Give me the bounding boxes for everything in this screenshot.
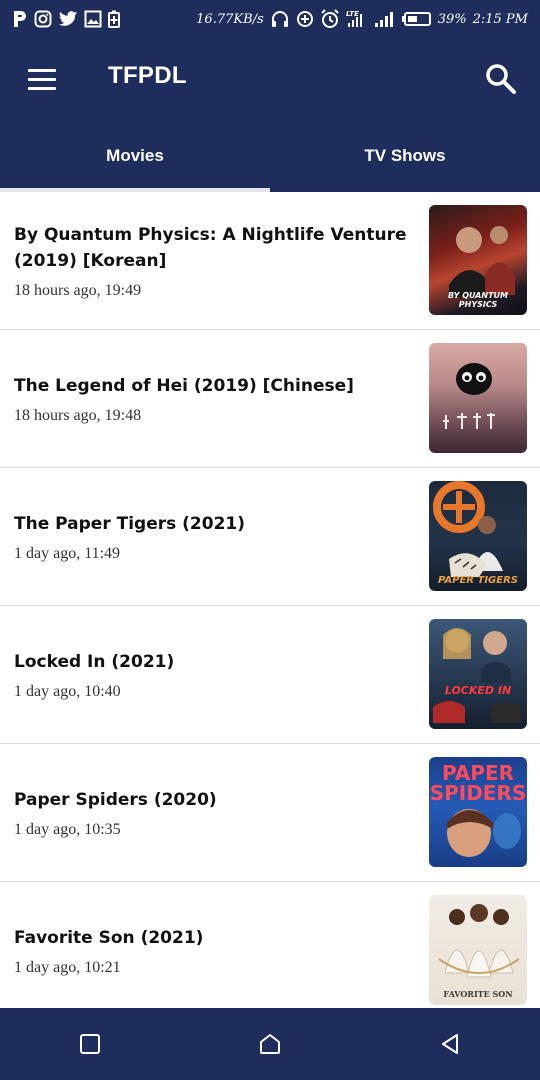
movie-title: Paper Spiders (2020) <box>14 789 217 810</box>
twitter-icon <box>58 11 78 27</box>
movie-list[interactable]: By Quantum Physics: A Nightlife Venture … <box>0 192 540 1008</box>
home-icon[interactable] <box>240 1014 300 1074</box>
list-item-text: The Legend of Hei (2019) [Chinese] 18 ho… <box>14 330 418 467</box>
movie-poster[interactable]: FAVORITE SON <box>429 895 527 1005</box>
headphones-icon <box>270 10 290 28</box>
status-bar: 16.77KB/s LTE 39% 2:15 PM <box>0 0 540 38</box>
list-item[interactable]: The Legend of Hei (2019) [Chinese] 18 ho… <box>0 330 540 468</box>
battery-icon <box>401 11 432 27</box>
back-icon[interactable] <box>420 1014 480 1074</box>
status-left-icons <box>0 10 120 28</box>
list-item-text: Locked In (2021) 1 day ago, 10:40 <box>14 606 418 743</box>
list-item-text: Paper Spiders (2020) 1 day ago, 10:35 <box>14 744 418 881</box>
movie-time: 18 hours ago, 19:48 <box>14 406 142 424</box>
hamburger-menu-icon[interactable] <box>22 60 62 100</box>
movie-poster[interactable]: PAPER SPIDERS <box>429 757 527 867</box>
app-title: TFPDL <box>108 62 187 89</box>
movie-title: The Paper Tigers (2021) <box>14 513 246 534</box>
signal-strength-icon <box>374 10 396 28</box>
tab-tv-shows-label: TV Shows <box>364 146 446 165</box>
poster-caption: PAPER TIGERS <box>438 575 518 586</box>
app-bar: TFPDL <box>0 38 540 120</box>
list-item[interactable]: By Quantum Physics: A Nightlife Venture … <box>0 192 540 330</box>
battery-saver-icon <box>108 10 120 28</box>
gallery-icon <box>84 10 102 28</box>
poster-caption: LOCKED IN <box>444 684 512 697</box>
poster-caption: FAVORITE SON <box>443 989 513 999</box>
movie-poster[interactable]: BY QUANTUM PHYSICS <box>429 205 527 315</box>
movie-poster[interactable]: LOCKED IN <box>429 619 527 729</box>
list-item-text: Favorite Son (2021) 1 day ago, 10:21 <box>14 882 418 1008</box>
movie-title: Favorite Son (2021) <box>14 927 204 948</box>
list-item-text: The Paper Tigers (2021) 1 day ago, 11:49 <box>14 468 418 605</box>
status-right-info: 16.77KB/s LTE 39% 2:15 PM <box>196 9 540 29</box>
list-item[interactable]: Locked In (2021) 1 day ago, 10:40 LOCKED… <box>0 606 540 744</box>
list-item[interactable]: Paper Spiders (2020) 1 day ago, 10:35 PA… <box>0 744 540 882</box>
tab-tv-shows[interactable]: TV Shows <box>270 120 540 192</box>
instagram-icon <box>34 10 52 28</box>
alarm-icon <box>320 9 340 29</box>
movie-poster[interactable]: PAPER TIGERS <box>429 481 527 591</box>
data-saver-icon <box>296 10 314 28</box>
list-item[interactable]: Favorite Son (2021) 1 day ago, 10:21 FAV… <box>0 882 540 1008</box>
movie-time: 1 day ago, 10:21 <box>14 958 121 976</box>
movie-poster[interactable] <box>429 343 527 453</box>
clock-time: 2:15 PM <box>472 11 528 27</box>
search-icon[interactable] <box>482 60 518 96</box>
tab-bar: Movies TV Shows <box>0 120 540 192</box>
list-item-text: By Quantum Physics: A Nightlife Venture … <box>14 192 418 329</box>
lte-signal-icon: LTE <box>346 9 368 29</box>
svg-text:LTE: LTE <box>346 10 359 18</box>
list-item[interactable]: The Paper Tigers (2021) 1 day ago, 11:49… <box>0 468 540 606</box>
navigation-bar <box>0 1008 540 1080</box>
tab-movies-label: Movies <box>106 146 164 165</box>
tab-movies[interactable]: Movies <box>0 120 270 192</box>
movie-title: Locked In (2021) <box>14 651 175 672</box>
poster-caption: BY QUANTUM PHYSICS <box>448 291 508 309</box>
movie-title: By Quantum Physics: A Nightlife Venture … <box>14 224 407 271</box>
network-speed: 16.77KB/s <box>196 11 264 27</box>
movie-title: The Legend of Hei (2019) [Chinese] <box>14 375 354 396</box>
recents-icon[interactable] <box>60 1014 120 1074</box>
movie-time: 18 hours ago, 19:49 <box>14 281 142 299</box>
movie-time: 1 day ago, 10:40 <box>14 682 121 700</box>
battery-percent: 39% <box>437 11 467 27</box>
p-app-icon <box>12 10 28 28</box>
movie-time: 1 day ago, 11:49 <box>14 544 121 562</box>
movie-time: 1 day ago, 10:35 <box>14 820 121 838</box>
